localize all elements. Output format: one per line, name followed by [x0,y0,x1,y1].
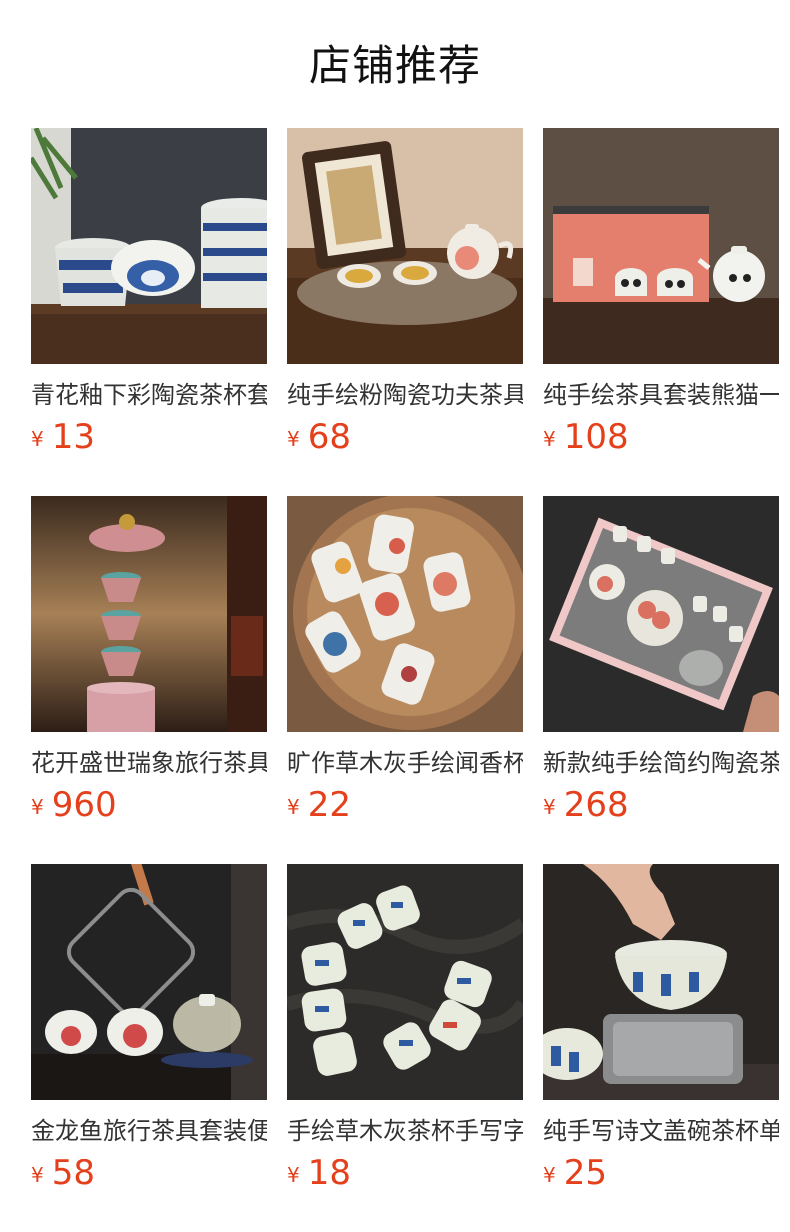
product-card[interactable]: 花开盛世瑞象旅行茶具套装 ¥960 [31,496,267,864]
product-card[interactable]: 手绘草木灰茶杯手写字品茗杯 ¥18 [287,864,523,1232]
product-card[interactable]: 旷作草木灰手绘闻香杯品茗杯 ¥22 [287,496,523,864]
calligraphy-cups-image [287,864,523,1100]
price-value: 13 [51,417,95,457]
panda-tea-set-image [543,128,779,364]
price-value: 960 [51,785,117,825]
product-price: ¥18 [287,1152,523,1194]
currency-symbol: ¥ [543,1163,556,1187]
currency-symbol: ¥ [543,795,556,819]
currency-symbol: ¥ [287,1163,300,1187]
price-value: 268 [563,785,629,825]
product-card[interactable]: 纯手绘粉陶瓷功夫茶具套装 ¥68 [287,128,523,496]
product-price: ¥58 [31,1152,267,1194]
price-value: 58 [51,1153,95,1193]
koi-travel-set-image [31,864,267,1100]
product-price: ¥22 [287,784,523,826]
blue-white-porcelain-cups-image [31,128,267,364]
product-card[interactable]: 金龙鱼旅行茶具套装便携 ¥58 [31,864,267,1232]
product-image[interactable] [543,864,779,1100]
product-image[interactable] [287,864,523,1100]
product-price: ¥960 [31,784,267,826]
product-image[interactable] [31,496,267,732]
product-card[interactable]: 青花釉下彩陶瓷茶杯套装 ¥13 [31,128,267,496]
page-title: 店铺推荐 [308,41,481,90]
product-price: ¥25 [543,1152,779,1194]
product-price: ¥13 [31,416,267,458]
product-price: ¥268 [543,784,779,826]
currency-symbol: ¥ [31,427,44,451]
peach-teapot-set-image [287,128,523,364]
product-image[interactable] [31,864,267,1100]
product-grid: 青花釉下彩陶瓷茶杯套装 ¥13 [31,128,779,1232]
currency-symbol: ¥ [287,427,300,451]
price-value: 25 [563,1153,607,1193]
currency-symbol: ¥ [543,427,556,451]
product-name[interactable]: 手绘草木灰茶杯手写字品茗杯 [287,1114,523,1148]
product-image[interactable] [543,128,779,364]
currency-symbol: ¥ [287,795,300,819]
currency-symbol: ¥ [31,1163,44,1187]
flower-cups-tray-image [287,496,523,732]
product-name[interactable]: 纯手绘粉陶瓷功夫茶具套装 [287,378,523,412]
gift-box-tea-set-image [543,496,779,732]
poem-gaiwan-image [543,864,779,1100]
product-name[interactable]: 新款纯手绘简约陶瓷茶具套装 [543,746,779,780]
product-name[interactable]: 纯手绘茶具套装熊猫一壶两杯 [543,378,779,412]
product-name[interactable]: 纯手写诗文盖碗茶杯单个 [543,1114,779,1148]
price-value: 68 [307,417,351,457]
product-card[interactable]: 纯手绘茶具套装熊猫一壶两杯 ¥108 [543,128,779,496]
product-price: ¥108 [543,416,779,458]
enamel-stacked-cups-image [31,496,267,732]
product-image[interactable] [543,496,779,732]
price-value: 108 [563,417,629,457]
product-image[interactable] [31,128,267,364]
product-card[interactable]: 新款纯手绘简约陶瓷茶具套装 ¥268 [543,496,779,864]
product-name[interactable]: 金龙鱼旅行茶具套装便携 [31,1114,267,1148]
price-value: 22 [307,785,351,825]
product-name[interactable]: 花开盛世瑞象旅行茶具套装 [31,746,267,780]
currency-symbol: ¥ [31,795,44,819]
product-card[interactable]: 纯手写诗文盖碗茶杯单个 ¥25 [543,864,779,1232]
product-name[interactable]: 旷作草木灰手绘闻香杯品茗杯 [287,746,523,780]
price-value: 18 [307,1153,351,1193]
product-image[interactable] [287,496,523,732]
product-price: ¥68 [287,416,523,458]
product-name[interactable]: 青花釉下彩陶瓷茶杯套装 [31,378,267,412]
product-image[interactable] [287,128,523,364]
